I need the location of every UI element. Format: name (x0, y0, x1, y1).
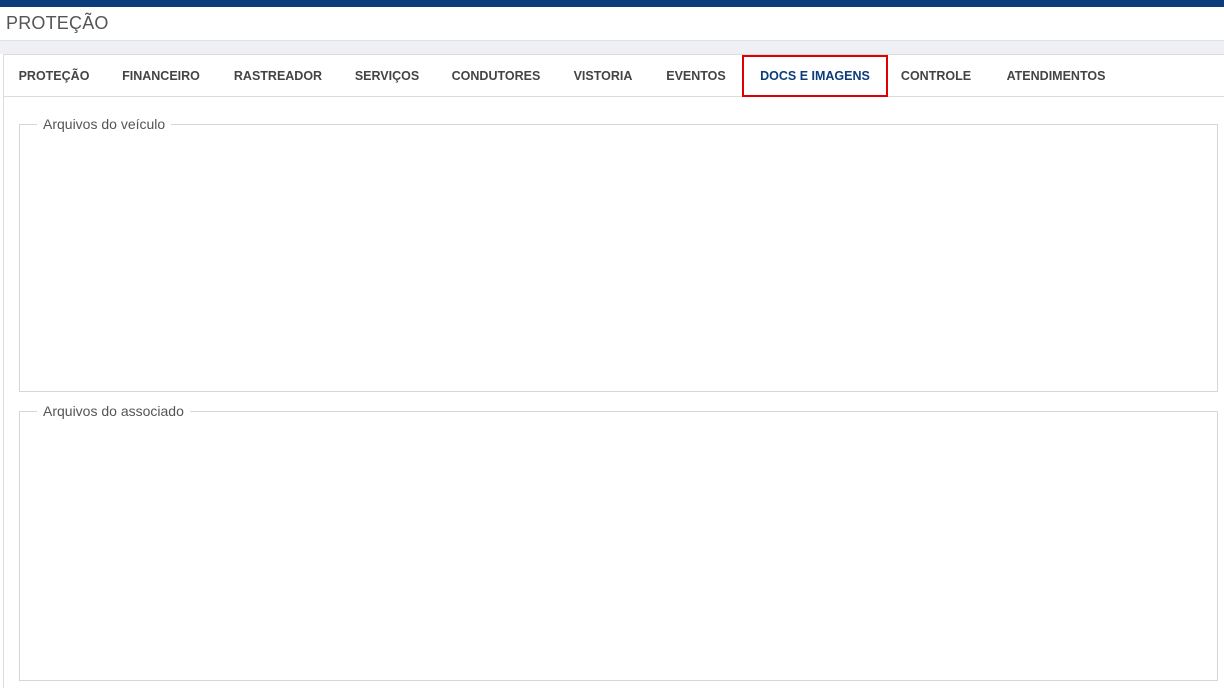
page-header: PROTEÇÃO (0, 7, 1224, 41)
vehicle-files-legend: Arquivos do veículo (37, 116, 172, 132)
tab-vistoria[interactable]: VISTORIA (561, 55, 645, 97)
tab-protecao[interactable]: PROTEÇÃO (8, 55, 100, 97)
top-accent-bar (0, 0, 1224, 7)
vehicle-files-section: Arquivos do veículo (19, 116, 1218, 392)
tab-eventos[interactable]: EVENTOS (654, 55, 738, 97)
tab-rastreador[interactable]: RASTREADOR (222, 55, 334, 97)
page-title: PROTEÇÃO (6, 13, 109, 33)
member-files-legend: Arquivos do associado (37, 403, 190, 419)
tab-controle[interactable]: CONTROLE (890, 55, 982, 97)
tab-bar: PROTEÇÃO FINANCEIRO RASTREADOR SERVIÇOS … (4, 55, 1224, 97)
tab-condutores[interactable]: CONDUTORES (440, 55, 552, 97)
content-panel: PROTEÇÃO FINANCEIRO RASTREADOR SERVIÇOS … (3, 54, 1224, 688)
member-files-section: Arquivos do associado (19, 403, 1218, 681)
tab-financeiro[interactable]: FINANCEIRO (108, 55, 214, 97)
tab-atendimentos[interactable]: ATENDIMENTOS (992, 55, 1120, 97)
tab-docs-e-imagens[interactable]: DOCS E IMAGENS (742, 55, 888, 97)
tab-servicos[interactable]: SERVIÇOS (342, 55, 432, 97)
header-divider-strip (0, 41, 1224, 54)
